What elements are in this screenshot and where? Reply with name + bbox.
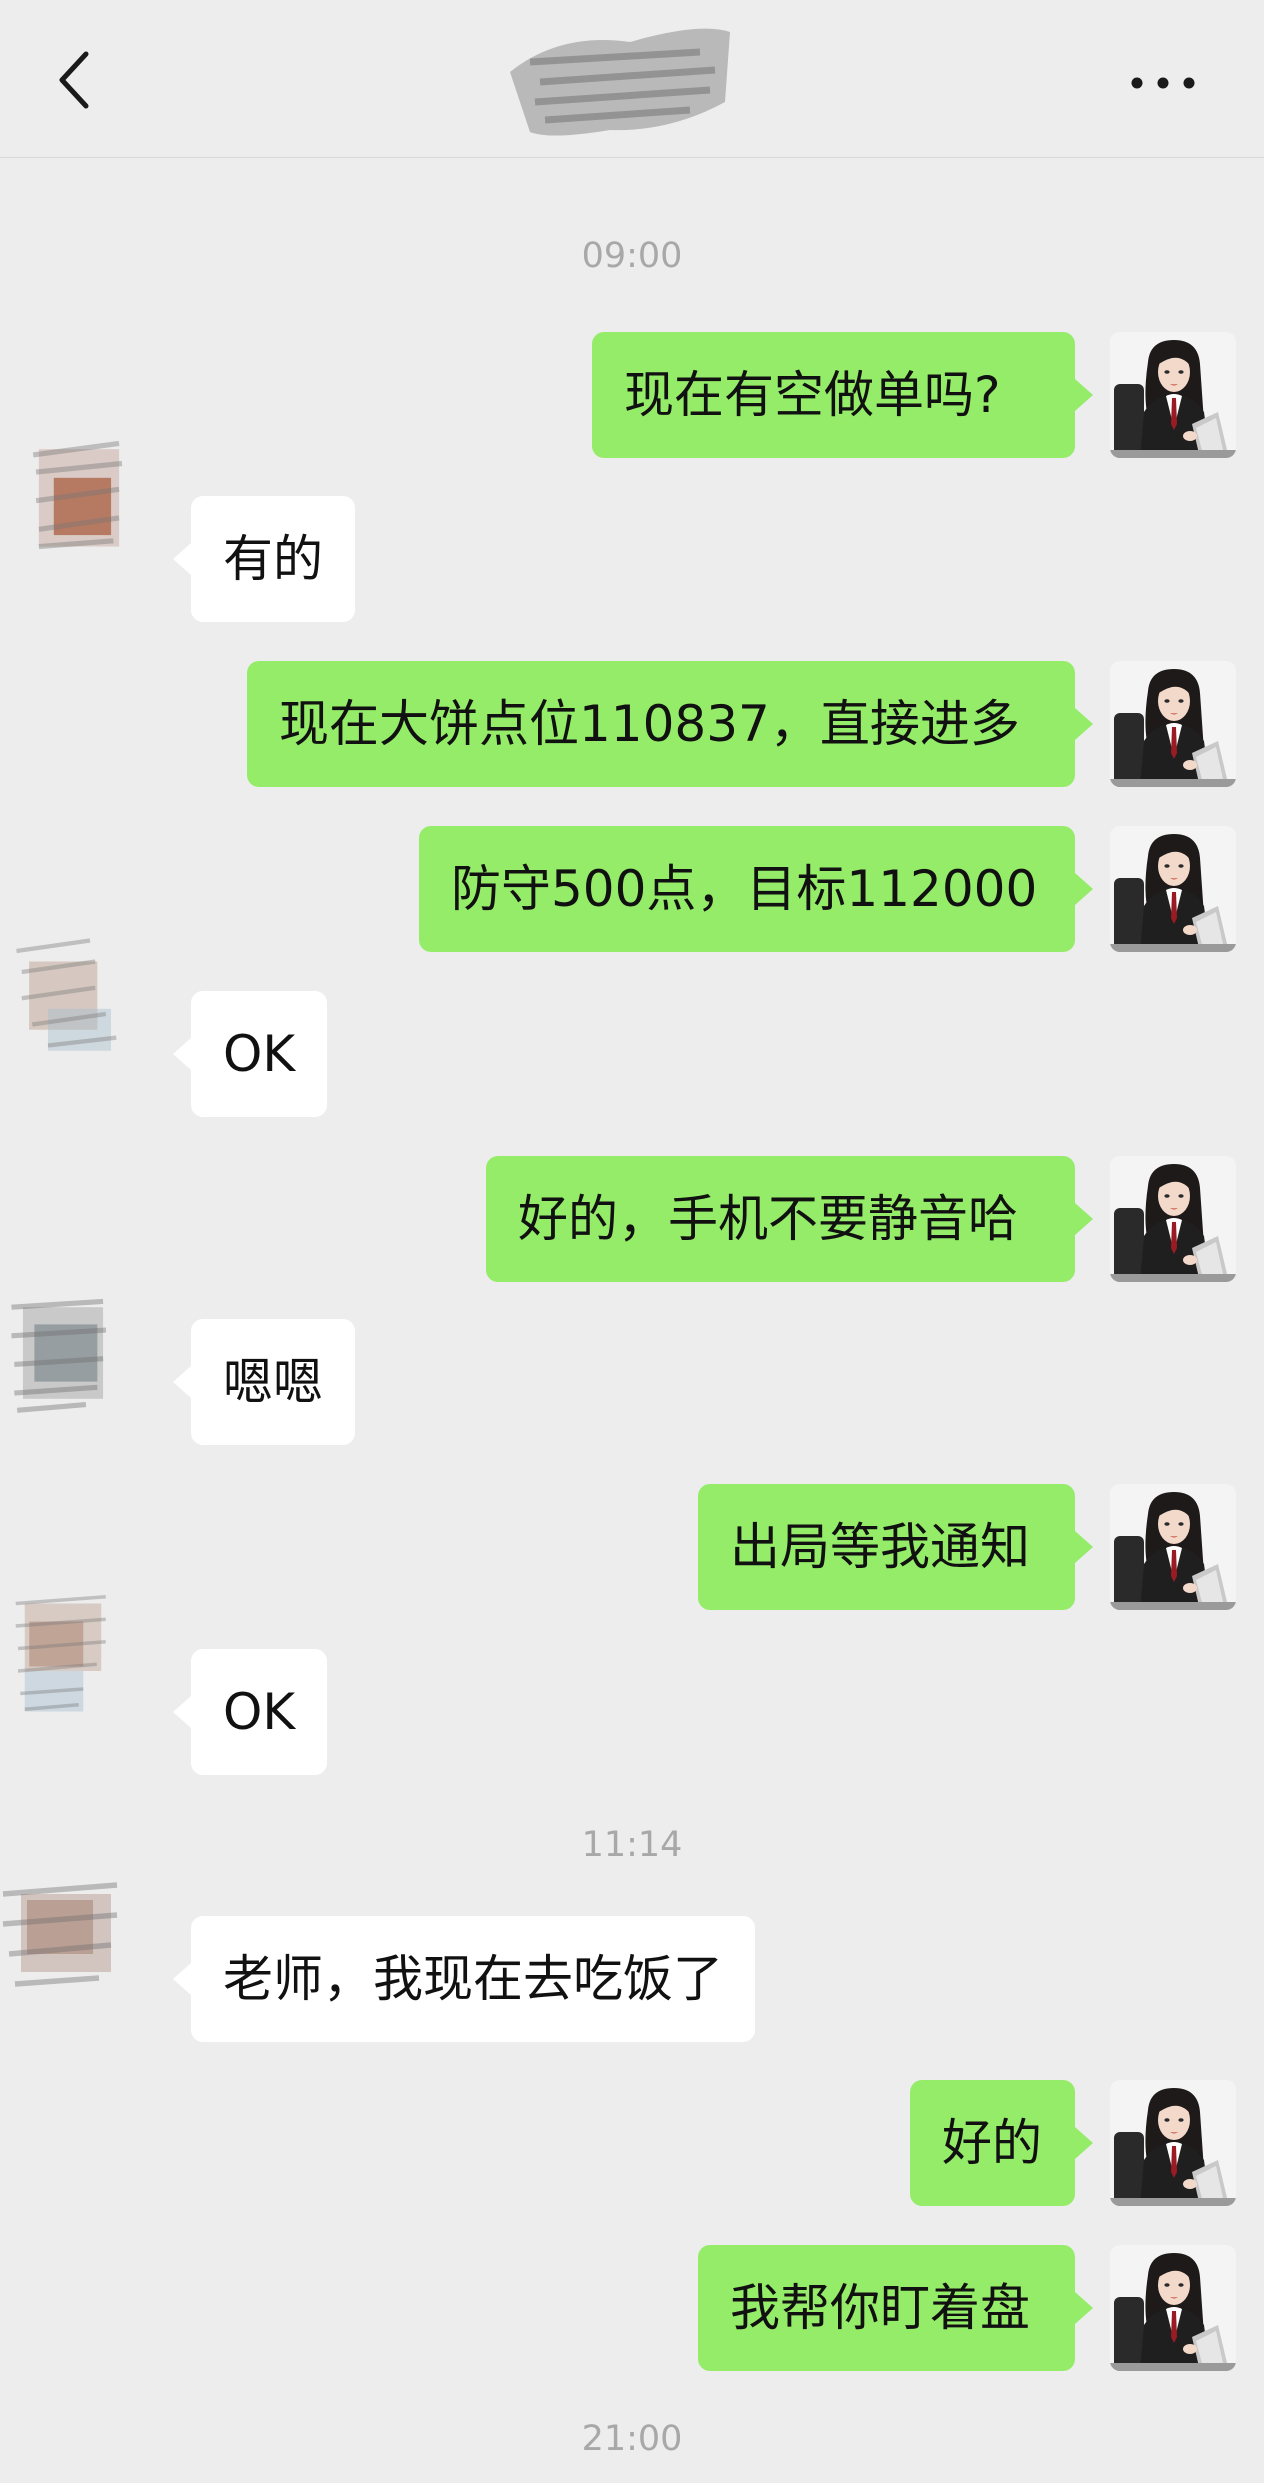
user-avatar-icon — [1110, 1484, 1236, 1610]
redacted-avatar-icon — [2, 1882, 118, 1987]
avatar-redacted[interactable] — [0, 1870, 200, 2080]
avatar[interactable] — [1110, 661, 1236, 787]
user-avatar-icon — [1110, 661, 1236, 787]
avatar-redacted[interactable] — [0, 1290, 180, 1510]
message-bubble-incoming[interactable]: OK — [172, 991, 328, 1117]
message-bubble-outgoing[interactable]: 现在大饼点位110837，直接进多 — [247, 661, 1093, 787]
message-bubble-incoming[interactable]: 老师，我现在去吃饭了 — [173, 1916, 755, 2042]
chevron-left-icon — [59, 51, 89, 109]
avatar[interactable] — [1110, 826, 1236, 952]
more-dots-icon — [1131, 77, 1195, 89]
redacted-avatar-icon — [15, 1594, 106, 1712]
back-button[interactable] — [44, 40, 104, 120]
message-bubble-outgoing[interactable]: 出局等我通知 — [698, 1484, 1093, 1610]
redacted-avatar-icon — [16, 938, 117, 1051]
timestamp: 11:14 — [581, 1825, 683, 1865]
user-avatar-icon — [1110, 332, 1236, 458]
avatar[interactable] — [1110, 2080, 1236, 2206]
avatar[interactable] — [1110, 1484, 1236, 1610]
message-bubble-incoming[interactable]: 有的 — [173, 496, 355, 622]
timestamp: 21:00 — [581, 2419, 683, 2459]
more-button[interactable] — [1125, 58, 1201, 108]
avatar[interactable] — [1110, 332, 1236, 458]
timestamp: 09:00 — [581, 236, 683, 276]
message-bubble-outgoing[interactable]: 现在有空做单吗? — [592, 332, 1093, 458]
redacted-avatar-icon — [11, 1298, 107, 1413]
redacted-avatar-icon — [32, 440, 123, 550]
user-avatar-icon — [1110, 2245, 1236, 2371]
avatar[interactable] — [1110, 2245, 1236, 2371]
user-avatar-icon — [1110, 826, 1236, 952]
message-bubble-outgoing[interactable]: 好的 — [910, 2080, 1093, 2206]
chat-header — [0, 0, 1264, 158]
avatar[interactable] — [1110, 1156, 1236, 1282]
message-bubble-outgoing[interactable]: 我帮你盯着盘 — [698, 2245, 1093, 2371]
user-avatar-icon — [1110, 1156, 1236, 1282]
message-bubble-incoming[interactable]: 嗯嗯 — [173, 1319, 355, 1445]
message-bubble-incoming[interactable]: OK — [172, 1649, 328, 1775]
message-bubble-outgoing[interactable]: 好的，手机不要静音哈 — [486, 1156, 1093, 1282]
avatar-redacted[interactable] — [16, 432, 176, 652]
message-bubble-outgoing[interactable]: 防守500点，目标112000 — [419, 826, 1093, 952]
user-avatar-icon — [1110, 2080, 1236, 2206]
chat-title-redacted — [500, 12, 740, 147]
